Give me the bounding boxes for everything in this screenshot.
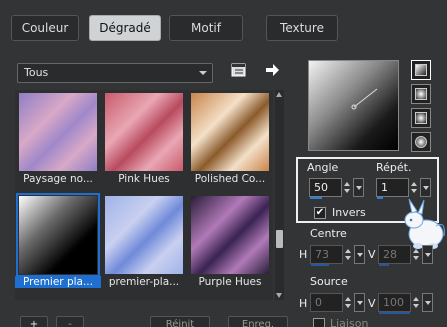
- source-label: Source: [310, 275, 348, 288]
- gradient-swatch: [16, 193, 100, 277]
- repeat-slider-fill: [377, 197, 383, 199]
- angle-slider-fill: [310, 197, 322, 199]
- repeat-dropdown-button[interactable]: [420, 178, 431, 197]
- source-h-dropdown-button[interactable]: [354, 293, 365, 312]
- center-h-dropdown-button[interactable]: [354, 245, 365, 264]
- gradient-item[interactable]: Polished Co...: [187, 90, 273, 190]
- invert-label: Invers: [332, 206, 366, 219]
- chevron-down-icon: [199, 71, 207, 75]
- gradient-swatch: [19, 93, 97, 171]
- source-h-label: H: [299, 297, 308, 310]
- gradient-swatch: [191, 196, 269, 274]
- scroll-thumb[interactable]: [276, 230, 283, 248]
- repeat-label: Répét.: [376, 161, 412, 174]
- arrow-right-icon[interactable]: [265, 63, 280, 77]
- tab-degrade[interactable]: Dégradé: [89, 15, 161, 41]
- add-button[interactable]: +: [20, 316, 48, 327]
- remove-button[interactable]: -: [56, 316, 84, 327]
- angle-input[interactable]: 50: [309, 178, 342, 199]
- angle-spinner[interactable]: [343, 178, 352, 197]
- gradient-item[interactable]: premier-pla...: [101, 193, 187, 293]
- rectangular-gradient-button[interactable]: [411, 84, 431, 104]
- gradient-item-selected[interactable]: Premier pla...: [15, 193, 101, 293]
- source-h-spinner[interactable]: [344, 293, 353, 312]
- gradient-label: Purple Hues: [198, 276, 262, 288]
- gradient-label: Pink Hues: [118, 173, 170, 185]
- tab-motif[interactable]: Motif: [169, 15, 243, 41]
- center-v-input[interactable]: 28: [378, 245, 411, 266]
- gradient-swatch: [105, 196, 183, 274]
- repeat-input[interactable]: 1: [376, 178, 409, 199]
- sunburst-gradient-button[interactable]: [411, 108, 431, 128]
- tab-couleur[interactable]: Couleur: [11, 15, 79, 41]
- source-v-input[interactable]: 100: [378, 293, 411, 314]
- source-v-dropdown-button[interactable]: [422, 293, 433, 312]
- link-checkbox[interactable]: [313, 318, 325, 327]
- gradient-label: Polished Co...: [194, 173, 266, 185]
- linear-gradient-button[interactable]: [411, 60, 431, 80]
- gradient-library-icon[interactable]: [231, 63, 246, 77]
- center-v-label: V: [368, 248, 376, 261]
- source-v-label: V: [368, 297, 376, 310]
- category-dropdown-value: Tous: [24, 66, 49, 79]
- angle-dropdown-button[interactable]: [353, 178, 364, 197]
- gradient-preview[interactable]: [308, 60, 399, 151]
- center-label: Centre: [310, 227, 347, 240]
- scroll-up-icon[interactable]: [276, 92, 282, 97]
- tab-texture[interactable]: Texture: [266, 15, 338, 41]
- source-v-spinner[interactable]: [412, 293, 421, 312]
- grid-scrollbar[interactable]: [275, 90, 284, 300]
- gradient-item[interactable]: Paysage no...: [15, 90, 101, 190]
- reset-button[interactable]: Réinit: [150, 316, 210, 327]
- save-button[interactable]: Enreg.: [228, 316, 288, 327]
- center-h-spinner[interactable]: [344, 245, 353, 264]
- invert-checkbox[interactable]: ✔: [314, 207, 326, 219]
- radial-gradient-button[interactable]: [411, 132, 431, 152]
- gradient-label: Paysage no...: [23, 173, 93, 185]
- center-v-dropdown-button[interactable]: [422, 245, 433, 264]
- gradient-swatch: [105, 93, 183, 171]
- gradient-item[interactable]: Purple Hues: [187, 193, 273, 293]
- source-h-input[interactable]: 0: [310, 293, 343, 312]
- link-label: Liaison: [330, 317, 369, 327]
- category-dropdown[interactable]: Tous: [17, 63, 213, 83]
- gradient-grid: Paysage no... Pink Hues Polished Co... P…: [15, 90, 273, 300]
- repeat-spinner[interactable]: [410, 178, 419, 197]
- center-v-spinner[interactable]: [412, 245, 421, 264]
- center-h-label: H: [299, 248, 308, 261]
- gradient-item[interactable]: Pink Hues: [101, 90, 187, 190]
- gradient-label: premier-pla...: [108, 276, 180, 288]
- center-h-input[interactable]: 73: [310, 245, 343, 266]
- gradient-swatch: [191, 93, 269, 171]
- scroll-down-icon[interactable]: [276, 293, 282, 298]
- angle-label: Angle: [307, 161, 339, 174]
- gradient-label: Premier pla...: [15, 276, 101, 288]
